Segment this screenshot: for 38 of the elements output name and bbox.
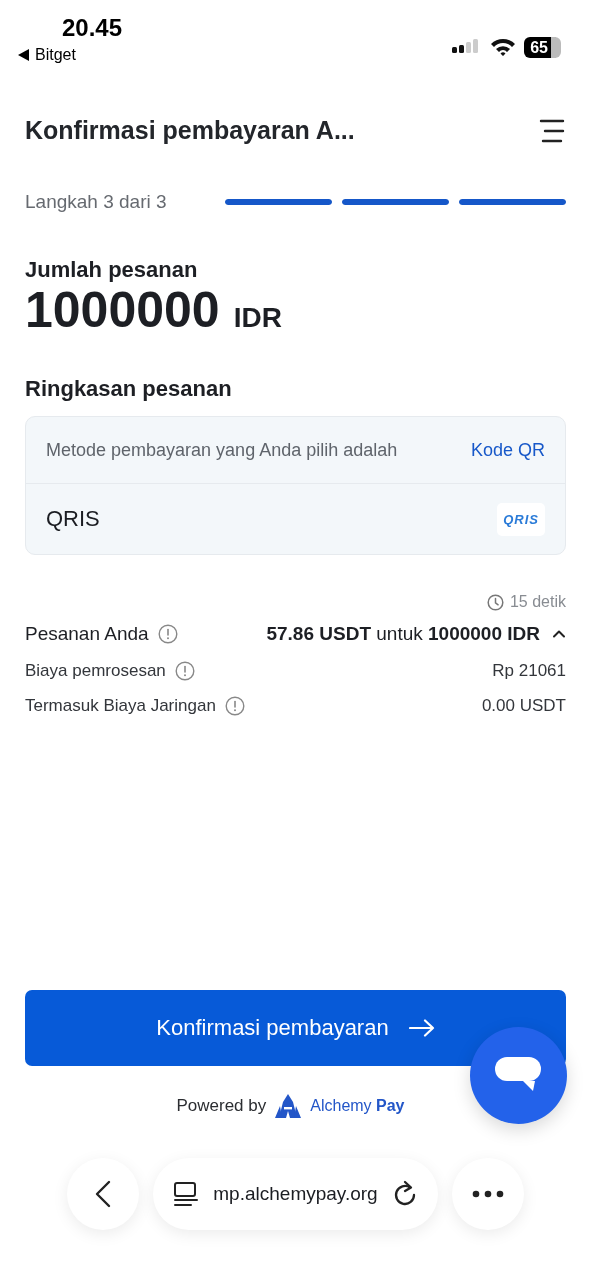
method-name: QRIS — [46, 506, 100, 532]
wifi-icon — [490, 37, 517, 57]
more-icon — [471, 1190, 504, 1198]
info-icon[interactable] — [224, 696, 245, 716]
collapse-icon[interactable] — [552, 629, 566, 639]
info-icon[interactable] — [157, 624, 178, 644]
method-label: Metode pembayaran yang Anda pilih adalah — [46, 439, 398, 461]
powered-by-label: Powered by — [176, 1096, 267, 1116]
method-value: Kode QR — [470, 439, 545, 461]
fee-value: 0.00 USDT — [481, 696, 566, 716]
menu-icon[interactable] — [539, 118, 565, 143]
battery-indicator: 65 — [524, 36, 561, 58]
step-indicator: Langkah 3 dari 3 — [25, 191, 167, 213]
amount-label: Jumlah pesanan — [25, 257, 199, 283]
fee-value: Rp 21061 — [492, 661, 566, 681]
qris-logo: QRIS — [497, 502, 545, 536]
amount-value: 1000000 — [25, 283, 220, 338]
order-label: Pesanan Anda — [25, 623, 149, 645]
page-title: Konfirmasi pembayaran A... — [25, 116, 355, 145]
fee-label: Biaya pemrosesan — [25, 661, 166, 681]
order-quote: 57.86 USDT untuk 1000000 IDR — [266, 623, 540, 645]
reader-icon — [173, 1181, 200, 1207]
url-text: mp.alchemypay.org — [213, 1183, 378, 1205]
quote-timer: 15 detik — [509, 593, 566, 611]
confirm-payment-button[interactable]: Konfirmasi pembayaran — [25, 990, 566, 1066]
back-icon — [95, 1180, 112, 1208]
clock-icon — [486, 593, 504, 611]
section-title: Ringkasan pesanan — [25, 376, 233, 402]
status-time: 20.45 — [62, 14, 123, 42]
back-to-app-link[interactable]: Bitget — [18, 46, 76, 64]
back-triangle-icon — [18, 49, 29, 61]
arrow-right-icon — [408, 1019, 435, 1037]
brand-logo-icon — [275, 1094, 302, 1118]
info-icon[interactable] — [174, 661, 195, 681]
brand-name: Alchemy Pay — [310, 1097, 405, 1115]
address-bar[interactable]: mp.alchemypay.org — [153, 1158, 438, 1230]
fee-label: Termasuk Biaya Jaringan — [25, 696, 216, 716]
currency-label: IDR — [233, 302, 282, 334]
